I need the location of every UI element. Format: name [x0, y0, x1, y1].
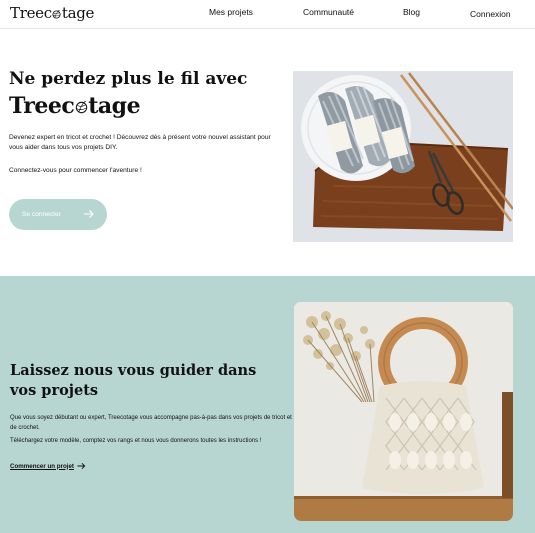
macrame-bag-illustration: [294, 302, 513, 521]
guide-image: [294, 302, 513, 521]
hero-description: Devenez expert en tricot et crochet ! Dé…: [9, 134, 271, 151]
hero-cta-text: Connectez-vous pour commencer l'aventure…: [9, 167, 142, 174]
arrow-right-icon: [84, 210, 94, 218]
hero-title-brand: Treec tage: [9, 91, 247, 121]
nav-link-connexion[interactable]: Connexion: [470, 9, 511, 19]
start-project-link-label: Commencer un projet: [10, 462, 74, 470]
hero-title-line1: Ne perdez plus le fil avec: [9, 69, 248, 89]
site-header: Treec tage Mes projets Communauté Blog Co…: [0, 0, 535, 29]
logo-text-prefix: Treec: [10, 4, 52, 22]
site-logo[interactable]: Treec tage: [10, 4, 94, 22]
hero-title: Ne perdez plus le fil avec Treec tage: [9, 67, 247, 121]
yarn-ball-icon: [52, 9, 61, 19]
nav-link-mes-projets[interactable]: Mes projets: [209, 7, 253, 17]
start-project-link[interactable]: Commencer un projet: [10, 462, 86, 470]
hero-brand-suffix: tage: [88, 93, 141, 119]
guide-title: Laissez nous vous guider dans vos projet…: [10, 362, 257, 399]
arrow-right-icon: [77, 462, 86, 470]
nav-link-communaute[interactable]: Communauté: [303, 7, 354, 17]
guide-paragraph-1: Que vous soyez débutant ou expert, Treec…: [10, 415, 292, 431]
hero-brand-prefix: Treec: [9, 93, 75, 119]
yarn-photo-illustration: [293, 71, 513, 242]
hero-image: [293, 71, 513, 242]
guide-paragraph-2: Téléchargez votre modèle, comptez vos ra…: [10, 438, 262, 444]
guide-section: Laissez nous vous guider dans vos projet…: [0, 276, 535, 533]
nav-link-blog[interactable]: Blog: [403, 7, 420, 17]
login-button-label: Se connecter: [22, 211, 61, 218]
yarn-ball-icon: [75, 101, 87, 114]
logo-text-suffix: tage: [61, 4, 95, 22]
login-button[interactable]: Se connecter: [9, 199, 107, 230]
